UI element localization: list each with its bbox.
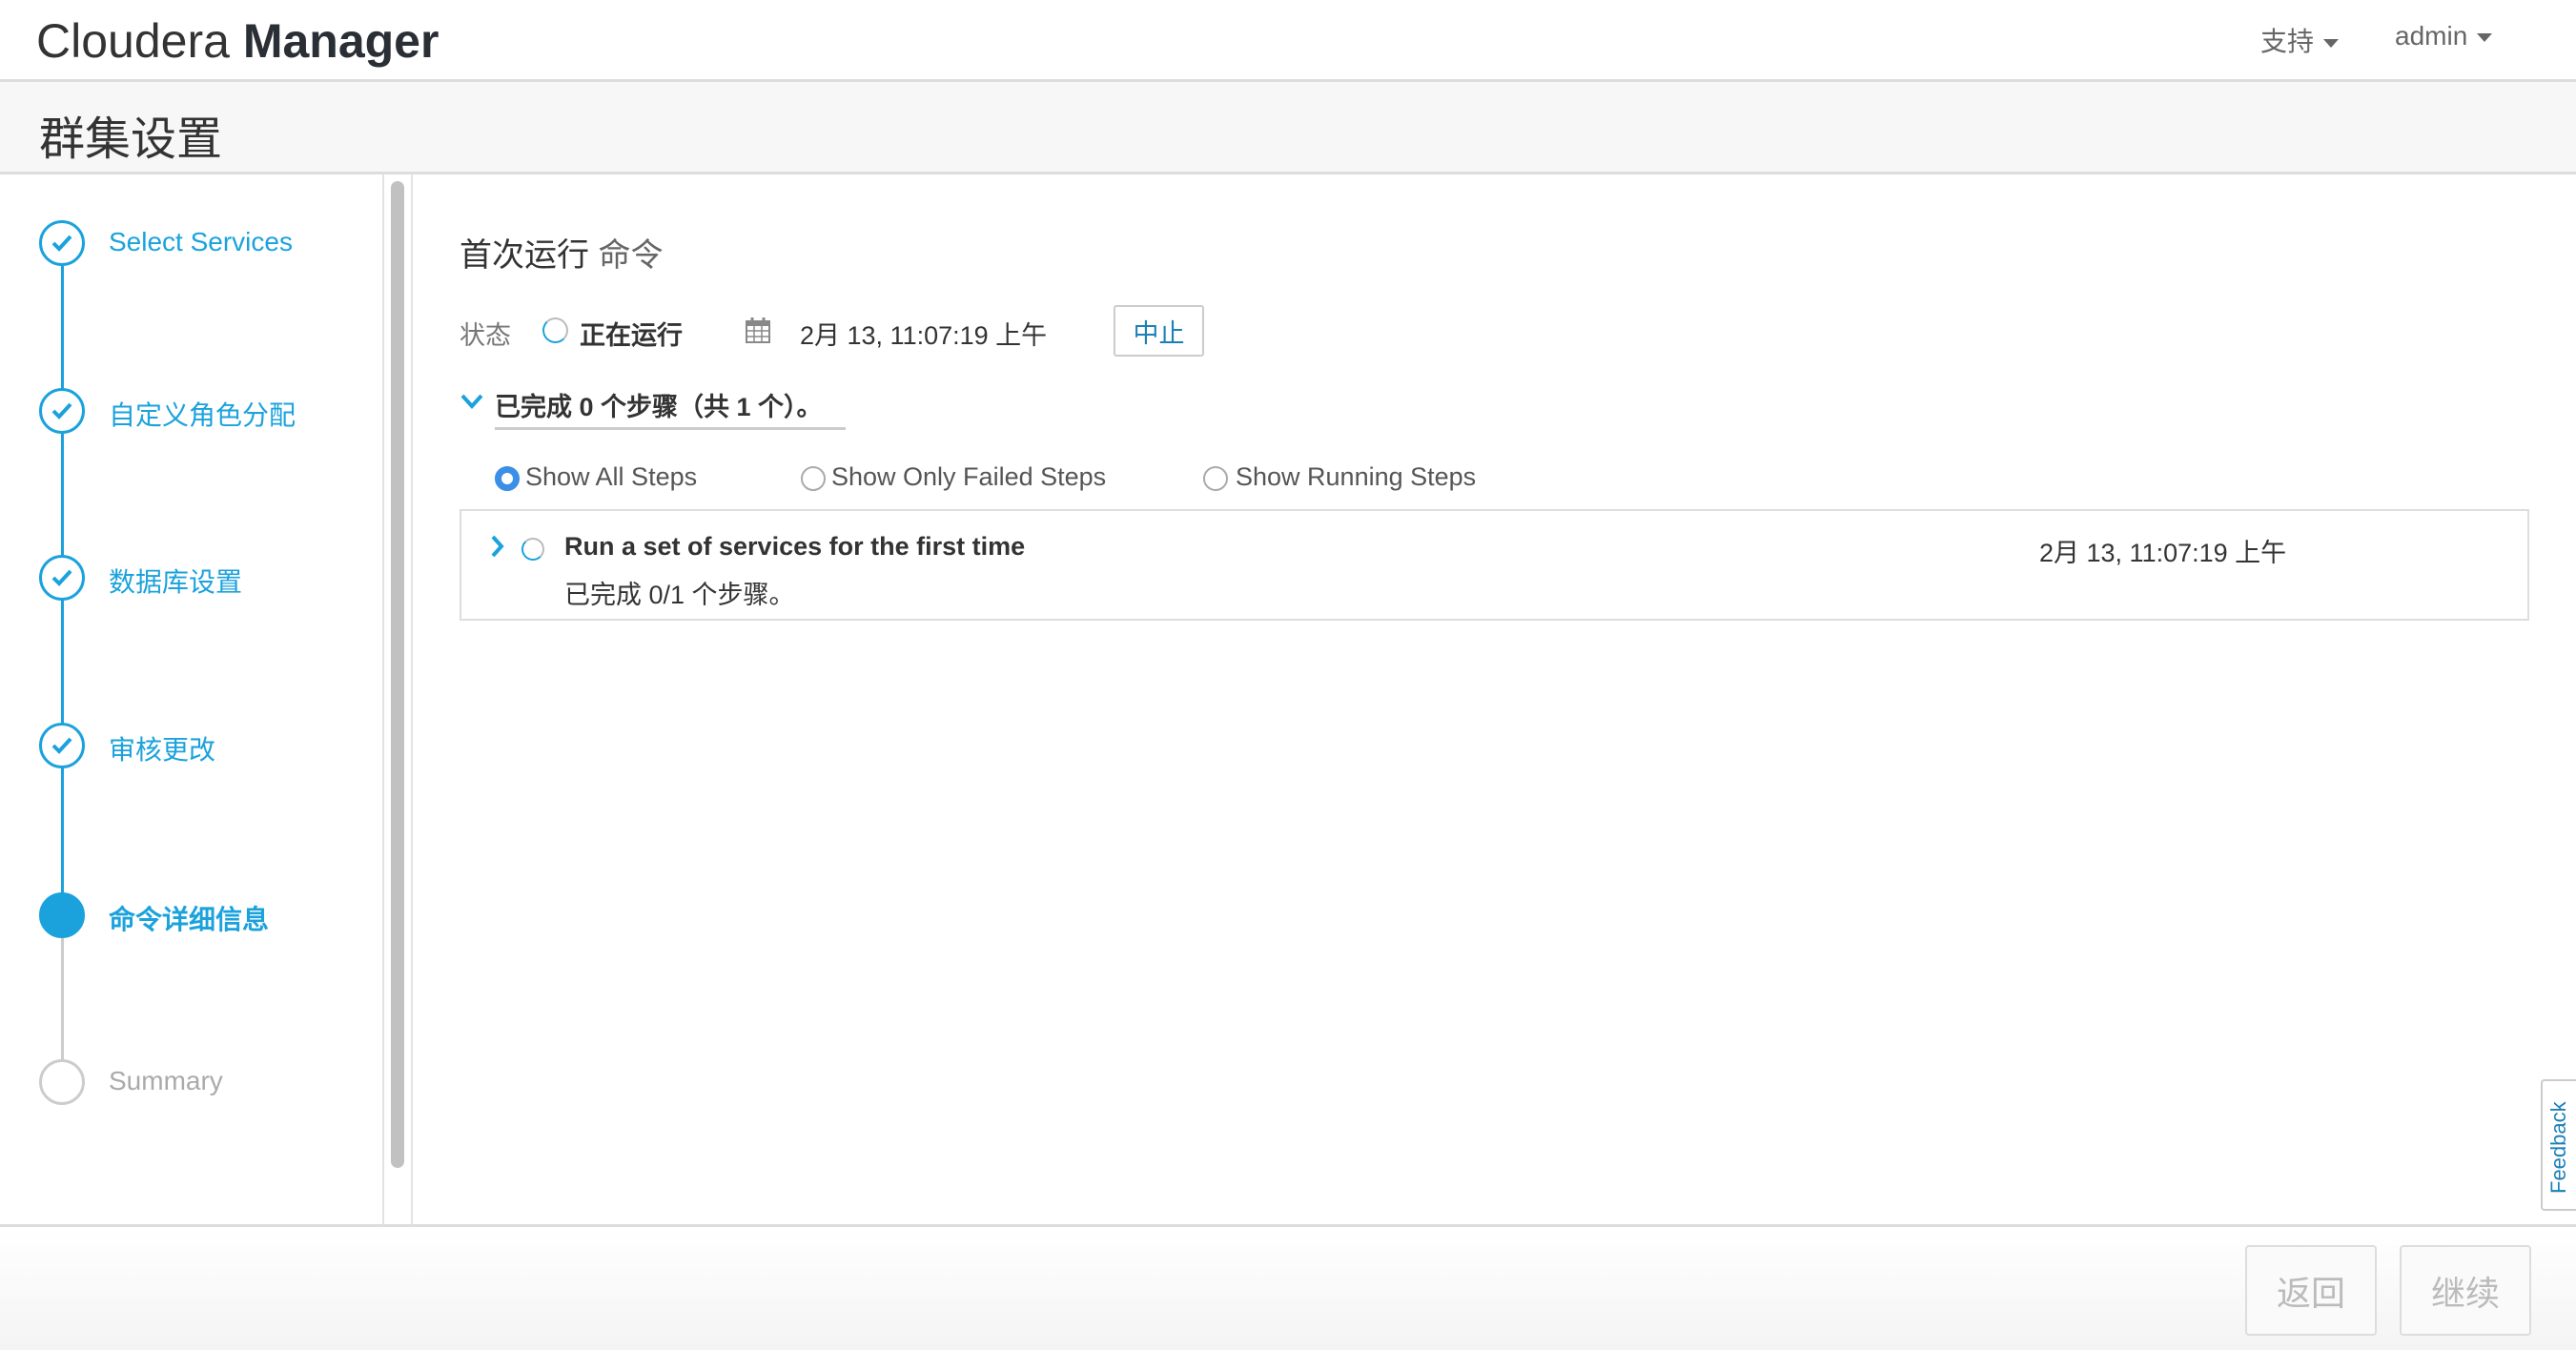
support-menu[interactable]: 支持 [2260, 21, 2340, 59]
pending-step-icon [39, 1059, 85, 1105]
caret-down-icon [2477, 33, 2493, 43]
wizard-step-label[interactable]: 数据库设置 [109, 562, 242, 600]
abort-button[interactable]: 中止 [1114, 305, 1204, 357]
filter-label[interactable]: Show Running Steps [1236, 462, 1476, 492]
filter-radio[interactable] [801, 466, 826, 491]
steps-summary-toggle[interactable]: 已完成 0 个步骤（共 1 个）。 [495, 386, 846, 430]
feedback-tab[interactable]: Feedback [2541, 1079, 2576, 1211]
filter-label[interactable]: Show Only Failed Steps [831, 462, 1106, 492]
command-title: 首次运行 命令 [460, 237, 664, 274]
page-header: 群集设置 [0, 82, 2576, 174]
status-label: 状态 [460, 321, 511, 350]
filter-radio[interactable] [495, 466, 520, 491]
wizard-step-label[interactable]: 审核更改 [109, 729, 215, 767]
check-circle-icon [39, 723, 85, 768]
wizard-footer [0, 1224, 2576, 1350]
filter-label[interactable]: Show All Steps [525, 462, 697, 492]
pending-line [61, 915, 64, 1082]
wizard-step-label[interactable]: 命令详细信息 [109, 899, 269, 937]
status-value: 正在运行 [580, 321, 683, 350]
divider [411, 174, 413, 1224]
running-spinner-icon [542, 317, 568, 343]
page-title: 群集设置 [39, 114, 223, 165]
wizard-step-label[interactable]: Summary [109, 1066, 223, 1096]
user-menu[interactable]: admin [2395, 21, 2493, 51]
wizard-step-label[interactable]: 自定义角色分配 [109, 395, 296, 433]
check-circle-icon [39, 388, 85, 434]
continue-button[interactable]: 继续 [2400, 1245, 2531, 1336]
cloudera-manager-logo[interactable]: Cloudera Manager [36, 13, 439, 69]
check-circle-icon [39, 220, 85, 266]
filter-radio[interactable] [1203, 466, 1228, 491]
caret-down-icon [2323, 39, 2340, 49]
top-navbar: Cloudera Manager 支持 admin [0, 0, 2576, 82]
step-time: 2月 13, 11:07:19 上午 [2039, 539, 2287, 567]
chevron-down-icon[interactable] [460, 391, 484, 417]
active-step-icon [39, 892, 85, 938]
calendar-icon [746, 317, 770, 348]
step-title[interactable]: Run a set of services for the first time [564, 532, 1025, 562]
wizard-steps-sidebar: Select Services 自定义角色分配 数据库设置审核更改命令详细信息 Sum… [0, 174, 384, 1224]
sidebar-scrollbar[interactable] [388, 181, 411, 1168]
check-circle-icon [39, 555, 85, 601]
chevron-right-icon[interactable] [490, 534, 505, 563]
wizard-step-label[interactable]: Select Services [109, 227, 293, 257]
running-spinner-icon [521, 538, 544, 561]
start-time: 2月 13, 11:07:19 上午 [800, 321, 1048, 350]
steps-list: Run a set of services for the first time… [460, 509, 2529, 621]
back-button[interactable]: 返回 [2245, 1245, 2377, 1336]
step-detail: 已完成 0/1 个步骤。 [564, 581, 795, 609]
